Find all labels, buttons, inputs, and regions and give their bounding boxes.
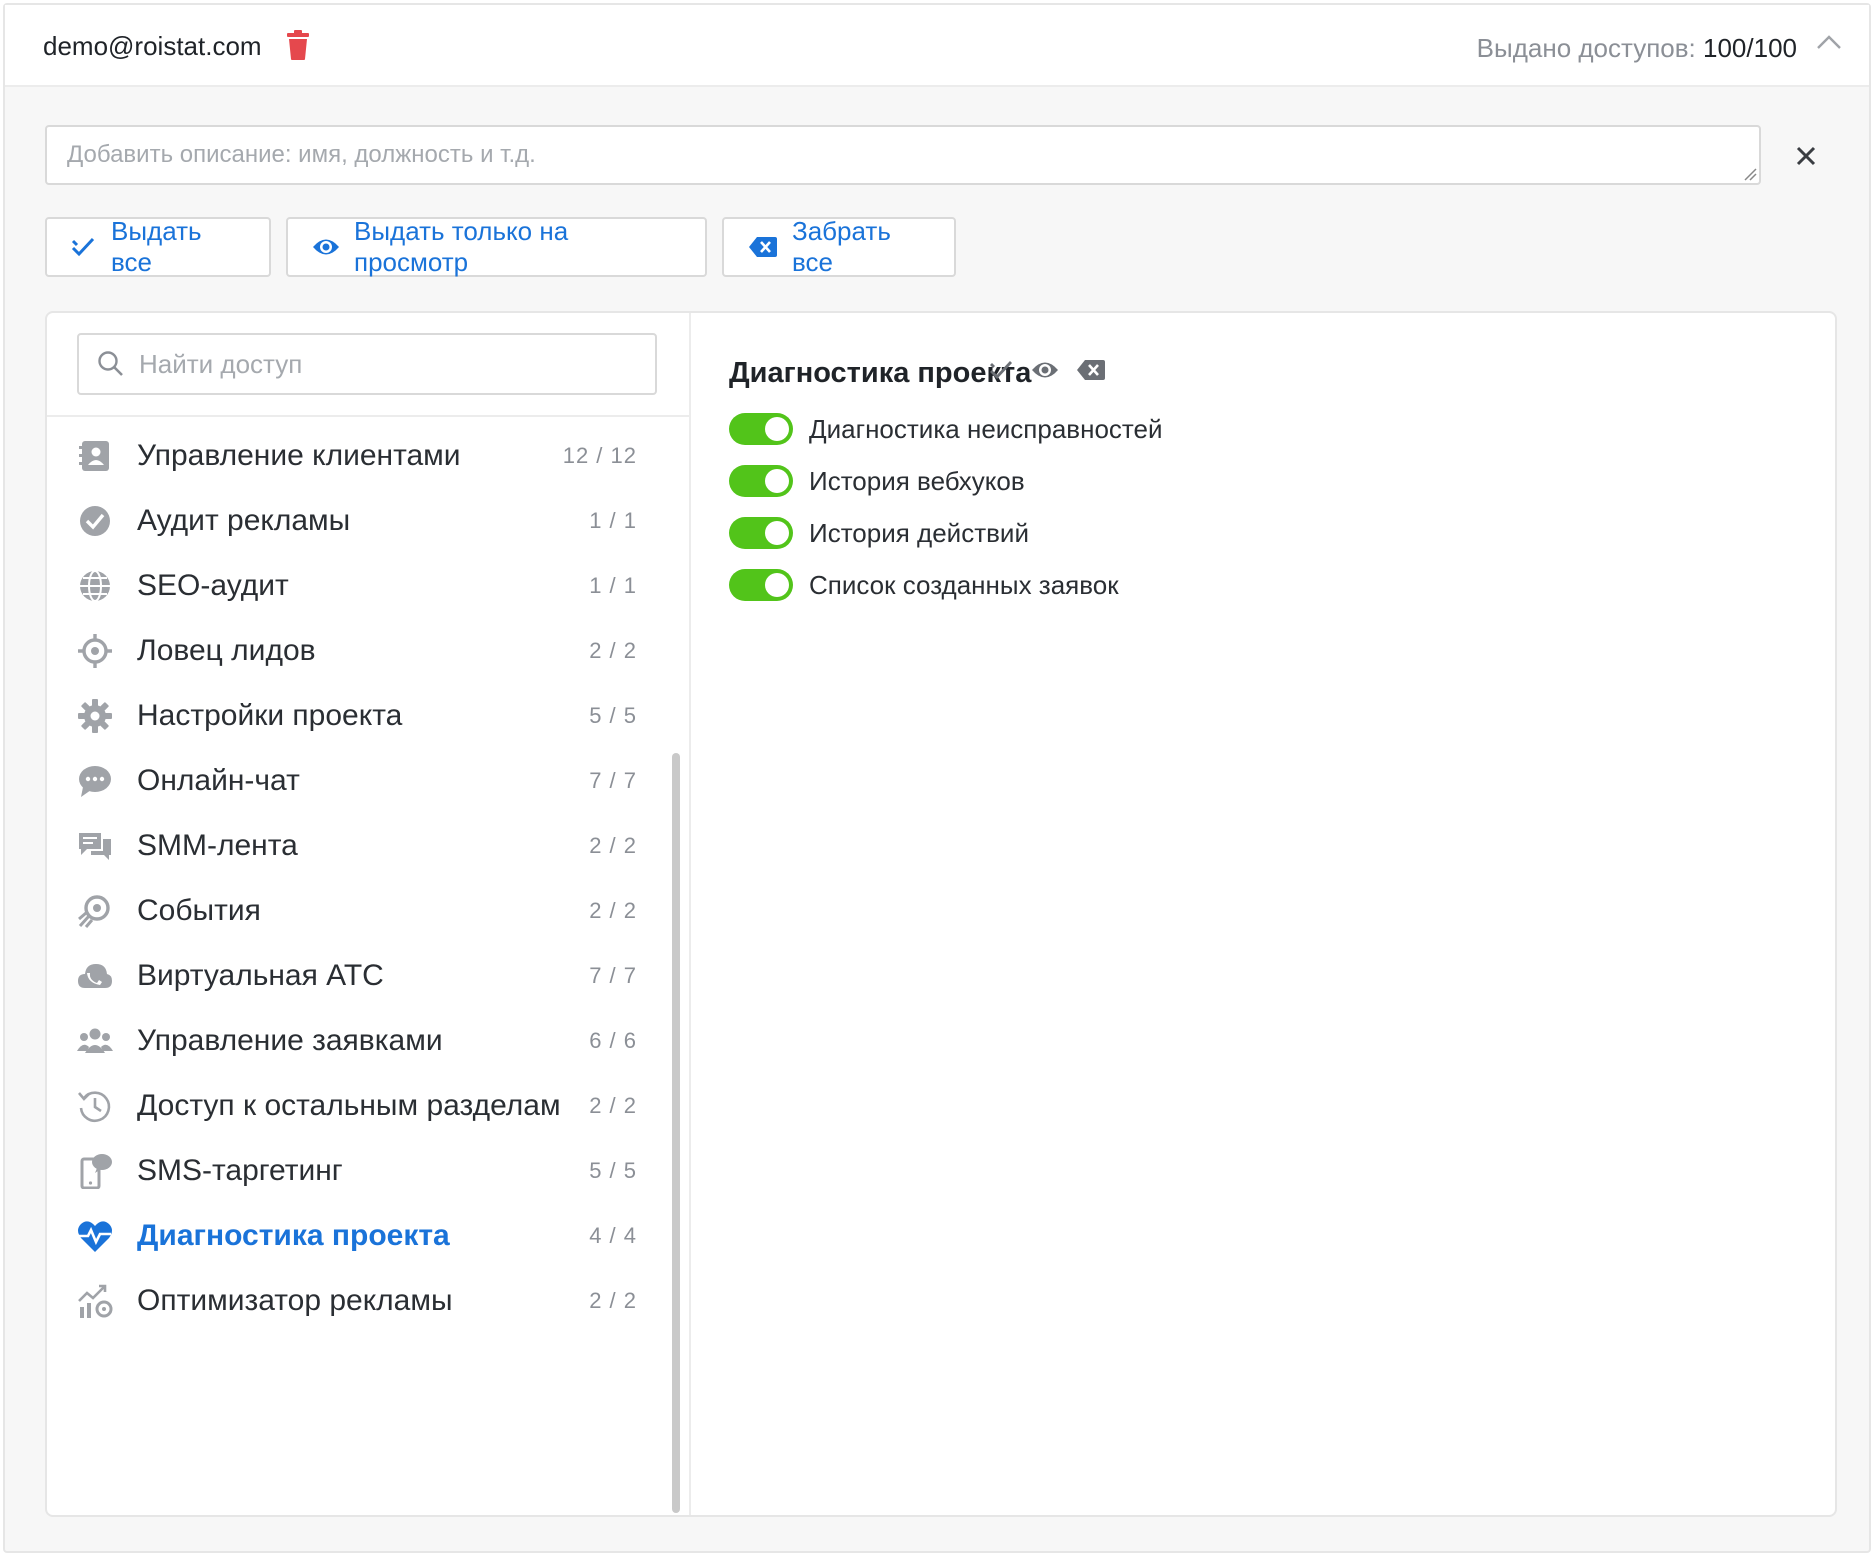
section-label: Настройки проекта	[137, 699, 403, 732]
section-count: 2 / 2	[589, 898, 637, 923]
section-title: Диагностика проекта	[729, 357, 1032, 389]
resize-grip-icon[interactable]	[1743, 167, 1757, 181]
chat-bubble-icon	[79, 766, 111, 797]
section-count: 1 / 1	[589, 508, 637, 533]
section-label: Ловец лидов	[137, 634, 316, 667]
permission-toggle[interactable]	[729, 465, 793, 497]
eye-icon	[313, 239, 339, 255]
grant-all-button[interactable]: Выдать все	[45, 216, 271, 277]
section-count: 1 / 1	[589, 573, 637, 598]
quota-value: 100/100	[1703, 33, 1797, 63]
access-quota: Выдано доступов: 100/100	[1477, 33, 1797, 64]
section-label: Онлайн-чат	[137, 764, 300, 797]
toggle-knob	[765, 417, 789, 441]
double-check-icon	[71, 237, 95, 257]
section-label: Аудит рекламы	[137, 504, 351, 537]
contacts-icon	[79, 441, 109, 471]
permission-toggle[interactable]	[729, 413, 793, 445]
sms-phone-icon	[80, 1154, 112, 1189]
grant-view-button[interactable]: Выдать только на просмотр	[286, 216, 707, 277]
crosshair-icon	[78, 634, 112, 668]
permission-row: Список созданных заявок	[729, 565, 1119, 605]
eye-icon[interactable]	[1031, 357, 1059, 383]
section-label: Оптимизатор рекламы	[137, 1284, 453, 1317]
users-icon	[77, 1028, 113, 1053]
chevron-up-icon[interactable]	[1815, 31, 1843, 53]
permission-label: История действий	[809, 517, 1029, 548]
permission-label: Диагностика неисправностей	[809, 413, 1163, 444]
section-count: 6 / 6	[589, 1028, 637, 1053]
revoke-all-label: Забрать все	[792, 216, 891, 277]
toggle-knob	[765, 573, 789, 597]
section-label: Управление клиентами	[137, 439, 461, 472]
search-placeholder: Найти доступ	[139, 348, 303, 379]
phone-cloud-icon	[78, 964, 112, 988]
gear-icon	[78, 699, 112, 733]
access-card: demo@roistat.com Выдано доступов: 100/10…	[3, 3, 1871, 1553]
permission-toggle[interactable]	[729, 569, 793, 601]
section-count: 7 / 7	[589, 963, 637, 988]
close-icon[interactable]	[1795, 145, 1817, 167]
backspace-icon[interactable]	[1076, 359, 1106, 381]
section-count: 2 / 2	[589, 638, 637, 663]
description-field[interactable]	[45, 125, 1761, 185]
section-label: Управление заявками	[137, 1024, 443, 1057]
search-input[interactable]: Найти доступ	[77, 333, 657, 395]
double-check-icon[interactable]	[988, 357, 1014, 383]
permission-toggle[interactable]	[729, 517, 793, 549]
section-count: 7 / 7	[589, 768, 637, 793]
card-header: demo@roistat.com Выдано доступов: 100/10…	[5, 5, 1869, 87]
section-label: События	[137, 894, 261, 927]
user-email: demo@roistat.com	[43, 31, 262, 61]
permission-row: Диагностика неисправностей	[729, 409, 1163, 449]
section-label: SMS-таргетинг	[137, 1154, 343, 1187]
sections-column: Найти доступ Управление клиентами 12 / 1…	[47, 313, 691, 1515]
toggle-knob	[765, 521, 789, 545]
section-label: SEO-аудит	[137, 569, 289, 602]
messages-icon	[79, 833, 111, 860]
permission-label: Список созданных заявок	[809, 569, 1119, 600]
access-panel: Найти доступ Управление клиентами 12 / 1…	[45, 311, 1837, 1517]
permission-label: История вебхуков	[809, 465, 1025, 496]
chart-gear-icon	[78, 1284, 113, 1318]
permission-row: История вебхуков	[729, 461, 1025, 501]
section-count: 5 / 5	[589, 703, 637, 728]
toggle-knob	[765, 469, 789, 493]
permission-row: История действий	[729, 513, 1029, 553]
heart-pulse-icon	[78, 1221, 112, 1252]
section-count: 5 / 5	[589, 1158, 637, 1183]
permissions-column: Диагностика проекта Диагностика неисправ…	[691, 313, 1835, 1515]
scrollbar-thumb[interactable]	[672, 753, 680, 1513]
grant-view-label: Выдать только на просмотр	[354, 216, 569, 277]
section-count: 2 / 2	[589, 833, 637, 858]
backspace-icon	[749, 237, 777, 257]
trash-icon[interactable]	[285, 29, 311, 61]
section-label: Диагностика проекта	[137, 1219, 450, 1252]
revoke-all-button[interactable]: Забрать все	[722, 216, 956, 277]
section-count: 12 / 12	[562, 443, 637, 468]
section-count: 2 / 2	[589, 1093, 637, 1118]
section-count: 4 / 4	[589, 1223, 637, 1248]
search-icon	[98, 351, 123, 376]
section-label: Доступ к остальным разделам	[137, 1089, 561, 1122]
grant-all-label: Выдать все	[111, 216, 202, 277]
section-label: Виртуальная АТС	[137, 959, 384, 992]
rocket-icon	[78, 895, 110, 928]
section-count: 2 / 2	[589, 1288, 637, 1313]
quota-label: Выдано доступов:	[1476, 33, 1696, 63]
section-item-ad-optimizer[interactable]: Оптимизатор рекламы 2 / 2	[47, 1262, 667, 1340]
history-icon	[78, 1091, 111, 1123]
globe-icon	[80, 570, 110, 602]
section-label: SMM-лента	[137, 829, 298, 862]
check-circle-icon	[80, 506, 110, 536]
